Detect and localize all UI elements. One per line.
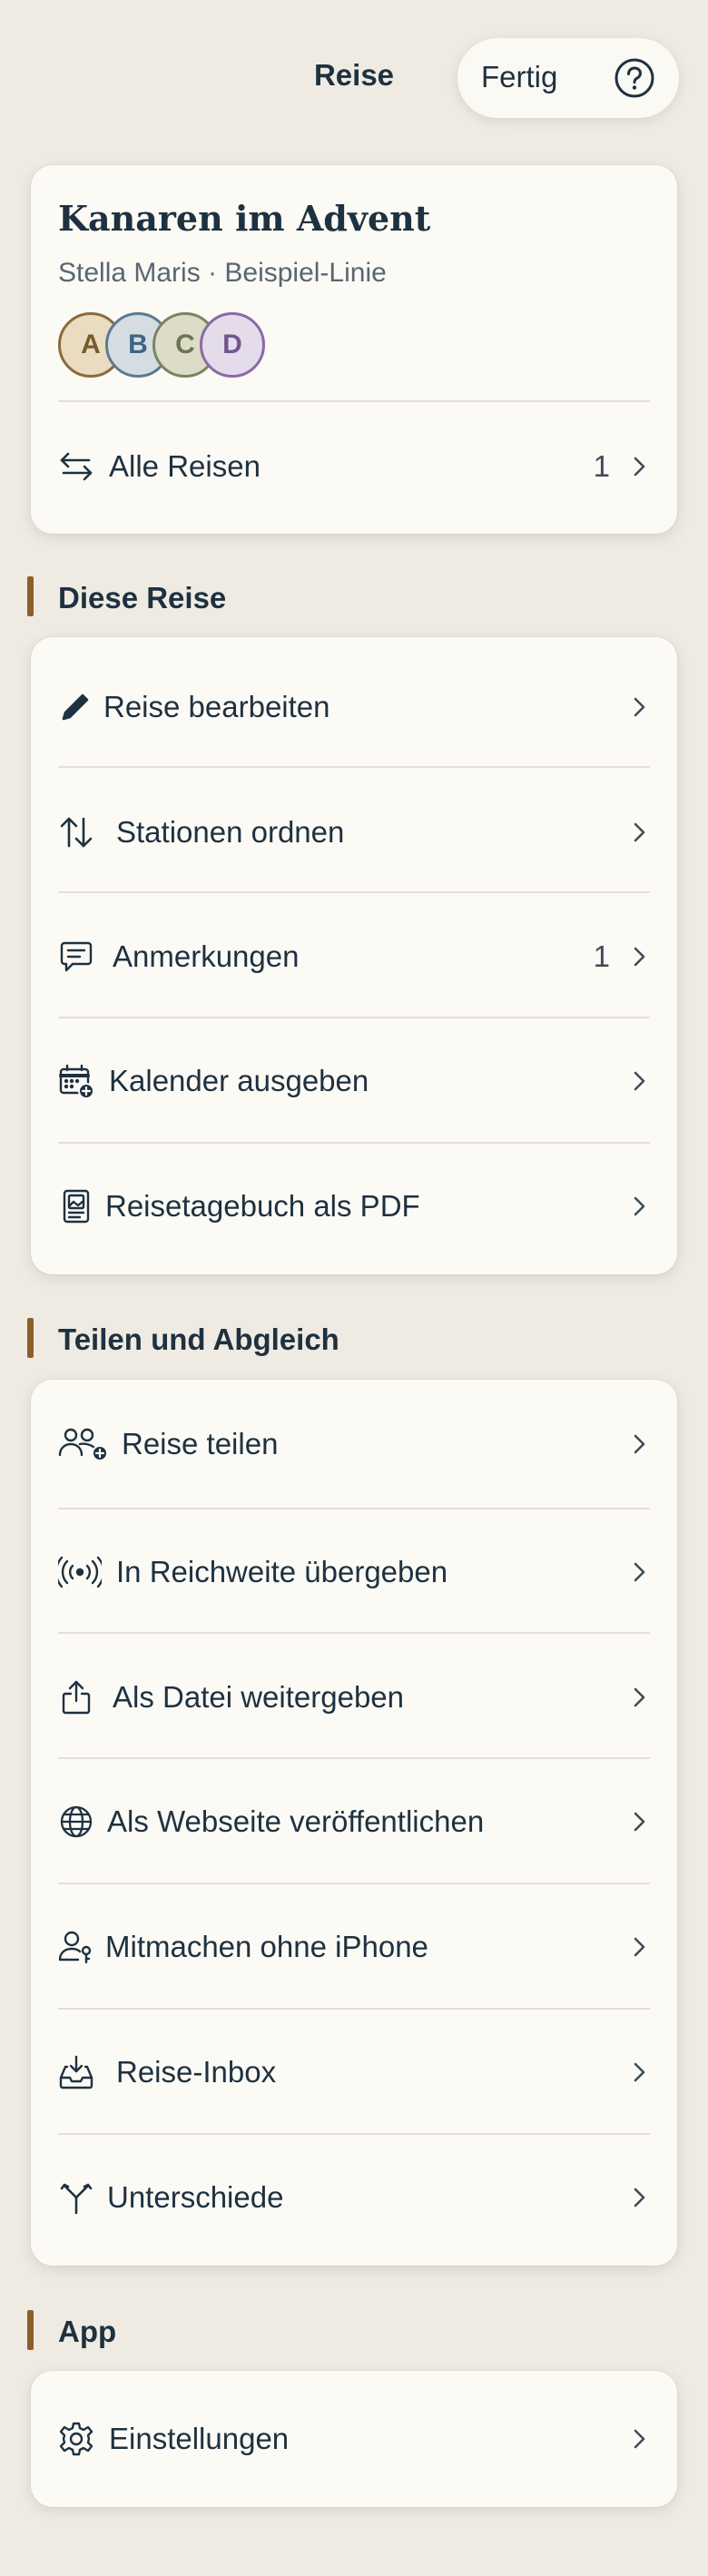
- menu-row-export-calendar[interactable]: Kalender ausgeben: [58, 1018, 650, 1143]
- avatar: D: [200, 312, 265, 378]
- help-icon[interactable]: [614, 57, 655, 99]
- chevron-right-icon: [630, 2184, 650, 2211]
- sort-arrows-icon: [58, 814, 94, 850]
- menu-item-label: Unterschiede: [107, 2179, 284, 2214]
- chevron-right-icon: [630, 943, 650, 970]
- people-add-icon: [58, 1426, 109, 1462]
- chevron-right-icon: [630, 2425, 650, 2453]
- divider: [58, 400, 650, 402]
- inbox-icon: [58, 2054, 94, 2090]
- person-key-icon: [58, 1929, 94, 1965]
- chevron-right-icon: [630, 693, 650, 721]
- gear-icon: [58, 2421, 94, 2457]
- chevron-right-icon: [630, 1431, 650, 1458]
- section-accent-bar: [27, 576, 34, 616]
- section-accent-bar: [27, 2310, 34, 2350]
- trip-card: Kanaren im Advent Stella Maris · Beispie…: [31, 165, 677, 534]
- menu-row-share-trip[interactable]: Reise teilen: [58, 1381, 650, 1506]
- menu-item-label: Reise bearbeiten: [103, 689, 330, 723]
- avatar-group: A B C D: [58, 312, 330, 378]
- menu-item-label: Reise teilen: [122, 1426, 279, 1460]
- chevron-right-icon: [630, 819, 650, 846]
- notes-count: 1: [593, 939, 610, 973]
- menu-item-label: Anmerkungen: [113, 939, 300, 973]
- menu-item-label: Als Datei weitergeben: [113, 1679, 405, 1714]
- broadcast-icon: [58, 1554, 102, 1590]
- trip-subtitle: Stella Maris · Beispiel-Linie: [58, 258, 387, 288]
- section-accent-bar: [27, 1318, 34, 1358]
- chevron-right-icon: [630, 2059, 650, 2086]
- globe-icon: [58, 1804, 94, 1840]
- calendar-add-icon: [58, 1063, 94, 1099]
- menu-item-label: Reise-Inbox: [116, 2054, 277, 2089]
- comment-icon: [58, 939, 94, 975]
- done-button[interactable]: Fertig: [481, 60, 557, 94]
- trip-title: Kanaren im Advent: [58, 198, 431, 239]
- menu-row-differences[interactable]: Unterschiede: [58, 2135, 650, 2259]
- share-icon: [58, 1679, 94, 1716]
- menu-item-label: Kalender ausgeben: [109, 1063, 369, 1097]
- menu-row-join-without-iphone[interactable]: Mitmachen ohne iPhone: [58, 1884, 650, 2009]
- divider: [58, 766, 650, 768]
- section-title: App: [58, 2315, 117, 2348]
- menu-item-label: Stationen ordnen: [116, 814, 345, 849]
- chevron-right-icon: [630, 453, 650, 480]
- all-trips-count: 1: [593, 449, 610, 483]
- nav-pill: Fertig: [457, 38, 679, 118]
- section-title: Diese Reise: [58, 581, 227, 615]
- menu-row-publish-web[interactable]: Als Webseite veröffentlichen: [58, 1759, 650, 1883]
- menu-item-label: Reisetagebuch als PDF: [105, 1188, 420, 1223]
- chevron-right-icon: [630, 1558, 650, 1586]
- all-trips-label: Alle Reisen: [109, 449, 261, 483]
- menu-row-order-stations[interactable]: Stationen ordnen: [58, 770, 650, 894]
- menu-row-nearby-transfer[interactable]: In Reichweite übergeben: [58, 1509, 650, 1634]
- all-trips-row[interactable]: Alle Reisen 1: [58, 403, 650, 530]
- menu-row-share-file[interactable]: Als Datei weitergeben: [58, 1635, 650, 1759]
- menu-row-settings[interactable]: Einstellungen: [58, 2376, 650, 2501]
- this-trip-card: Reise bearbeiten Stationen ordnen Anmerk…: [31, 637, 677, 1274]
- section-title: Teilen und Abgleich: [58, 1322, 339, 1356]
- chevron-right-icon: [630, 1933, 650, 1961]
- divider: [58, 891, 650, 893]
- chevron-right-icon: [630, 1067, 650, 1095]
- pencil-icon: [58, 689, 94, 725]
- document-image-icon: [58, 1188, 94, 1224]
- menu-item-label: Mitmachen ohne iPhone: [105, 1929, 428, 1963]
- menu-row-journal-pdf[interactable]: Reisetagebuch als PDF: [58, 1144, 650, 1268]
- divider: [58, 1632, 650, 1634]
- chevron-right-icon: [630, 1684, 650, 1711]
- menu-item-label: In Reichweite übergeben: [116, 1554, 448, 1588]
- menu-row-notes[interactable]: Anmerkungen 1: [58, 894, 650, 1018]
- chevron-right-icon: [630, 1808, 650, 1835]
- merge-icon: [58, 2179, 94, 2216]
- menu-item-label: Einstellungen: [109, 2421, 290, 2455]
- menu-row-edit-trip[interactable]: Reise bearbeiten: [58, 644, 650, 769]
- menu-row-trip-inbox[interactable]: Reise-Inbox: [58, 2010, 650, 2134]
- menu-item-label: Als Webseite veröffentlichen: [107, 1804, 485, 1838]
- sharing-card: Reise teilen In Reichweite übergeben Als…: [31, 1380, 677, 2266]
- chevron-right-icon: [630, 1193, 650, 1220]
- app-card: Einstellungen: [31, 2371, 677, 2507]
- swap-arrows-icon: [58, 448, 94, 485]
